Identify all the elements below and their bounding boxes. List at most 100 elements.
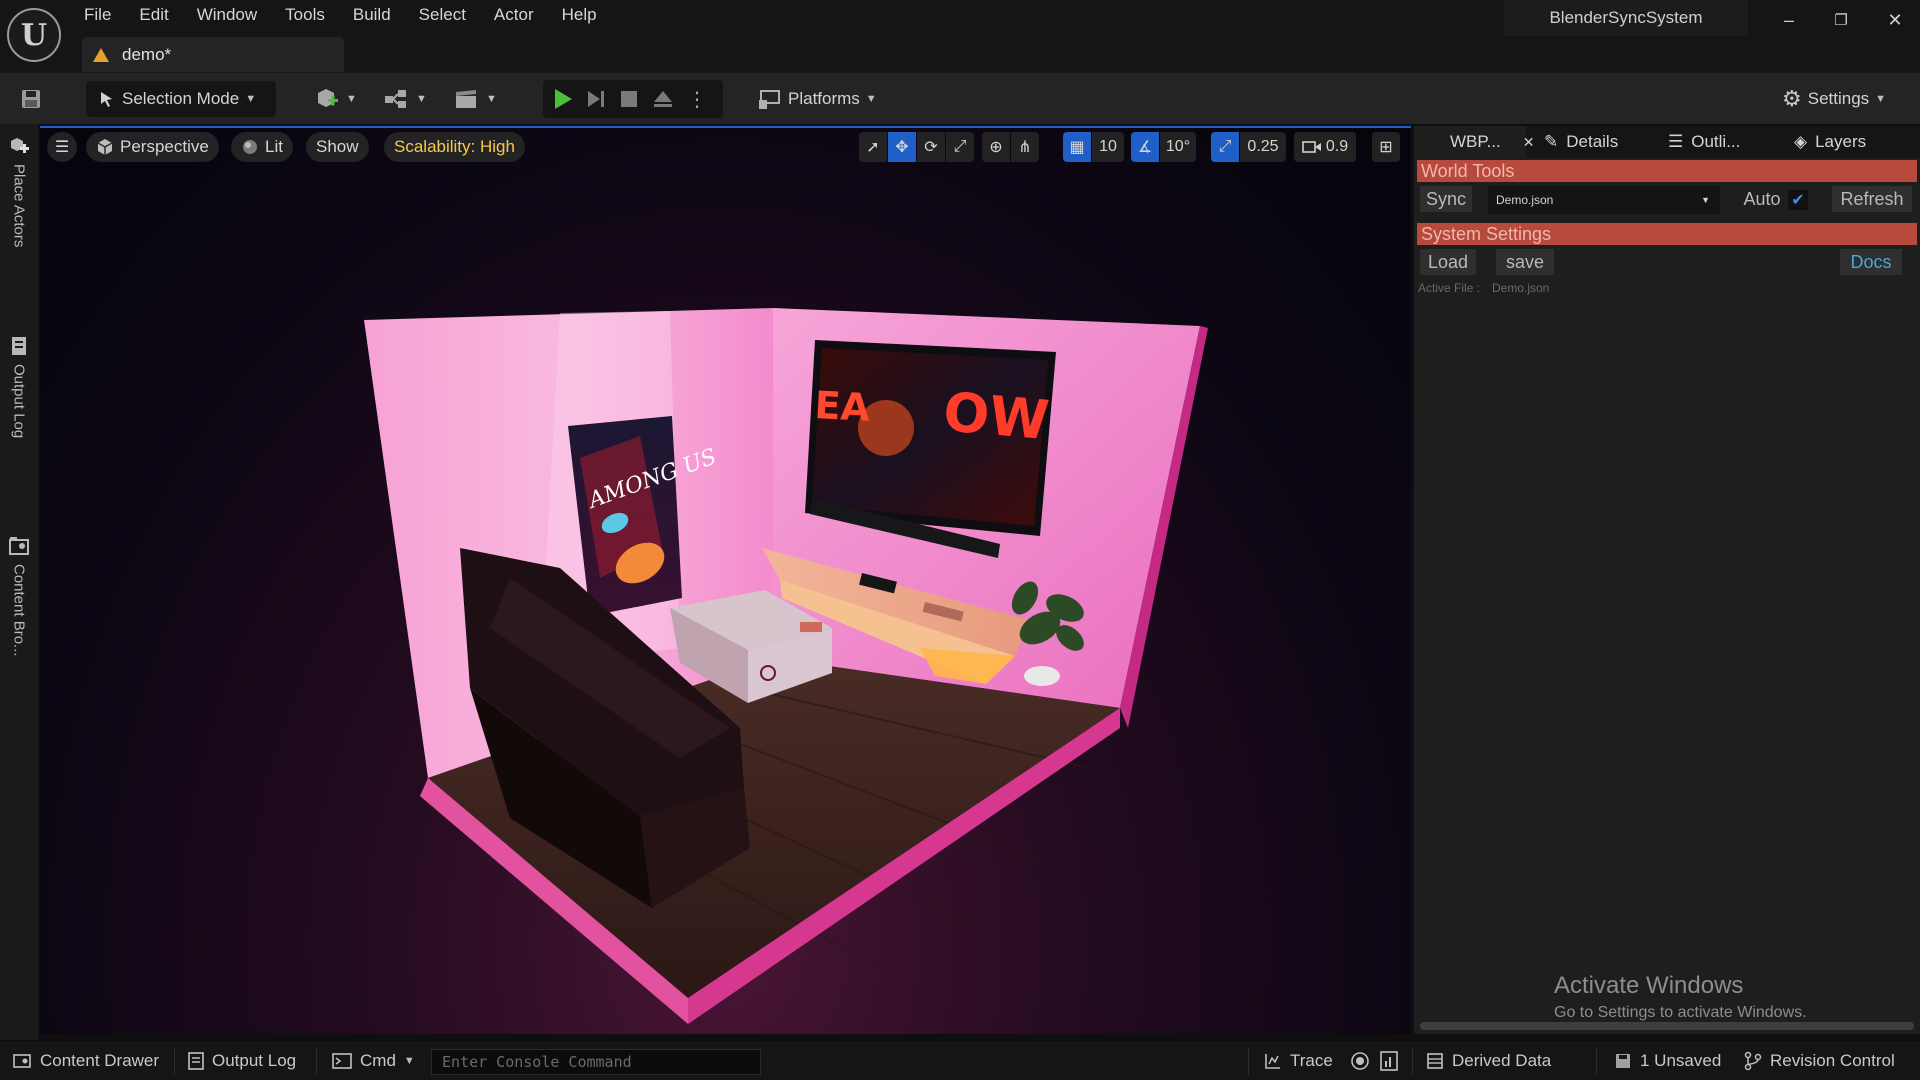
pencil-icon: ✎ bbox=[1544, 132, 1559, 151]
stats-icon[interactable] bbox=[1380, 1041, 1398, 1080]
world-space-icon[interactable]: ⊕ bbox=[982, 132, 1010, 162]
level-viewport[interactable]: EA OW AMONG US ☰ Perspective Lit Show Sc… bbox=[40, 126, 1411, 1034]
output-log-button[interactable]: Output Log bbox=[188, 1041, 296, 1080]
cinematics-button[interactable]: ▼ bbox=[454, 81, 497, 117]
rotation-snap-value[interactable]: 10° bbox=[1160, 132, 1196, 162]
blueprint-button[interactable]: ▼ bbox=[384, 81, 427, 117]
content-browser-icon bbox=[9, 537, 29, 555]
tab-details-label: Details bbox=[1566, 132, 1619, 151]
rotate-tool-icon[interactable]: ⟳ bbox=[917, 132, 945, 162]
close-button[interactable]: ✕ bbox=[1880, 8, 1910, 32]
right-panel: WBP... ✕ ✎ Details ☰ Outli... ◈ Layers W… bbox=[1414, 126, 1920, 1034]
add-actor-button[interactable]: ▼ bbox=[314, 81, 357, 117]
derived-data-button[interactable]: Derived Data bbox=[1426, 1041, 1551, 1080]
scale-snap-icon[interactable]: ⤢ bbox=[1211, 132, 1239, 162]
panel-tabs: WBP... ✕ ✎ Details ☰ Outli... ◈ Layers bbox=[1414, 126, 1920, 158]
trace-button[interactable]: Trace bbox=[1264, 1041, 1333, 1080]
console-input[interactable]: Enter Console Command bbox=[431, 1049, 761, 1075]
menu-tools[interactable]: Tools bbox=[271, 0, 339, 30]
scene-render[interactable]: EA OW AMONG US bbox=[40, 128, 1411, 1034]
tab-details[interactable]: ✎ Details bbox=[1544, 126, 1618, 158]
platforms-dropdown[interactable]: Platforms ▼ bbox=[758, 81, 877, 117]
main-toolbar: Selection Mode ▼ ▼ ▼ ▼ ⋮ Platforms ▼ ⚙ S… bbox=[0, 72, 1920, 124]
more-options-icon[interactable]: ⋮ bbox=[687, 87, 707, 112]
unreal-logo-icon[interactable]: U bbox=[7, 8, 61, 62]
close-tab-icon[interactable]: ✕ bbox=[1523, 134, 1535, 151]
branch-icon bbox=[1744, 1051, 1762, 1071]
tab-layers[interactable]: ◈ Layers bbox=[1794, 126, 1866, 158]
menu-help[interactable]: Help bbox=[548, 0, 611, 30]
stop-icon[interactable] bbox=[619, 88, 639, 110]
output-log-tab[interactable]: Output Log bbox=[4, 336, 34, 438]
load-button[interactable]: Load bbox=[1420, 249, 1476, 275]
selection-mode-dropdown[interactable]: Selection Mode ▼ bbox=[86, 81, 276, 117]
refresh-button[interactable]: Refresh bbox=[1832, 186, 1912, 212]
lit-button[interactable]: Lit bbox=[231, 132, 293, 162]
play-icon[interactable] bbox=[553, 88, 573, 110]
platforms-icon bbox=[759, 90, 780, 109]
menu-build[interactable]: Build bbox=[339, 0, 405, 30]
lit-label: Lit bbox=[265, 137, 283, 156]
auto-label: Auto bbox=[1743, 188, 1781, 209]
restore-button[interactable]: ❐ bbox=[1826, 8, 1856, 32]
chevron-down-icon: ▼ bbox=[486, 93, 497, 105]
grid-snap-value[interactable]: 10 bbox=[1092, 132, 1124, 162]
left-side-tabs: Place Actors Output Log Content Bro... bbox=[0, 124, 38, 1040]
viewport-toolbar: ☰ Perspective Lit Show Scalability: High… bbox=[40, 132, 1411, 166]
eject-icon[interactable] bbox=[652, 88, 674, 110]
menu-actor[interactable]: Actor bbox=[480, 0, 548, 30]
step-icon[interactable] bbox=[586, 88, 606, 110]
checkmark-icon: ✔ bbox=[1791, 192, 1805, 209]
active-file-label: Active File : bbox=[1418, 281, 1481, 295]
cmd-dropdown[interactable]: Cmd ▼ bbox=[332, 1041, 415, 1080]
grid-snap-icon[interactable]: ▦ bbox=[1063, 132, 1091, 162]
place-actors-icon bbox=[11, 138, 29, 153]
scalability-button[interactable]: Scalability: High bbox=[384, 132, 525, 162]
auto-checkbox[interactable]: ✔ bbox=[1788, 190, 1808, 210]
chevron-down-icon: ▼ bbox=[416, 93, 427, 105]
viewport-menu-button[interactable]: ☰ bbox=[47, 132, 77, 162]
file-select-dropdown[interactable]: Demo.json ▼ bbox=[1488, 186, 1720, 214]
docs-button[interactable]: Docs bbox=[1840, 249, 1902, 275]
platforms-label: Platforms bbox=[788, 89, 860, 108]
output-log-icon bbox=[188, 1052, 204, 1070]
content-drawer-button[interactable]: Content Drawer bbox=[12, 1041, 159, 1080]
menu-file[interactable]: File bbox=[70, 0, 125, 30]
terminal-icon bbox=[332, 1053, 352, 1069]
file-select-value: Demo.json bbox=[1496, 193, 1554, 207]
layers-icon: ◈ bbox=[1794, 132, 1808, 151]
tab-layers-label: Layers bbox=[1815, 132, 1867, 151]
translate-tool-icon[interactable]: ✥ bbox=[888, 132, 916, 162]
tab-outliner[interactable]: ☰ Outli... bbox=[1668, 126, 1740, 158]
camera-speed-button[interactable]: 0.9 bbox=[1294, 132, 1356, 162]
record-icon[interactable] bbox=[1350, 1041, 1370, 1080]
content-browser-tab[interactable]: Content Bro... bbox=[4, 536, 34, 657]
settings-dropdown[interactable]: ⚙ Settings ▼ bbox=[1782, 81, 1886, 117]
select-tool-icon[interactable]: ➚ bbox=[859, 132, 887, 162]
perspective-button[interactable]: Perspective bbox=[86, 132, 219, 162]
tab-outliner-label: Outli... bbox=[1691, 132, 1741, 151]
minimize-button[interactable]: – bbox=[1774, 8, 1804, 32]
viewport-layout-icon[interactable]: ⊞ bbox=[1372, 132, 1400, 162]
unsaved-icon bbox=[1616, 1054, 1630, 1068]
revision-control-button[interactable]: Revision Control bbox=[1744, 1041, 1895, 1080]
menu-edit[interactable]: Edit bbox=[125, 0, 182, 30]
horizontal-scrollbar[interactable] bbox=[1420, 1022, 1914, 1030]
scale-tool-icon[interactable]: ⤢ bbox=[946, 132, 974, 162]
scale-snap-value[interactable]: 0.25 bbox=[1240, 132, 1286, 162]
rotation-snap-icon[interactable]: ∡ bbox=[1131, 132, 1159, 162]
clapperboard-icon bbox=[456, 90, 476, 108]
save-icon[interactable] bbox=[20, 81, 42, 117]
document-tab[interactable]: demo* bbox=[82, 37, 344, 72]
unsaved-button[interactable]: 1 Unsaved bbox=[1614, 1041, 1721, 1080]
sync-button[interactable]: Sync bbox=[1420, 186, 1472, 212]
add-cube-icon bbox=[318, 89, 338, 107]
menu-window[interactable]: Window bbox=[183, 0, 271, 30]
surface-snap-icon[interactable]: ⋔ bbox=[1011, 132, 1039, 162]
menu-select[interactable]: Select bbox=[405, 0, 480, 30]
place-actors-tab[interactable]: Place Actors bbox=[4, 136, 34, 247]
tab-wbp[interactable]: WBP... ✕ bbox=[1414, 126, 1534, 158]
save-button[interactable]: save bbox=[1496, 249, 1554, 275]
show-button[interactable]: Show bbox=[306, 132, 369, 162]
trace-label: Trace bbox=[1290, 1051, 1333, 1070]
